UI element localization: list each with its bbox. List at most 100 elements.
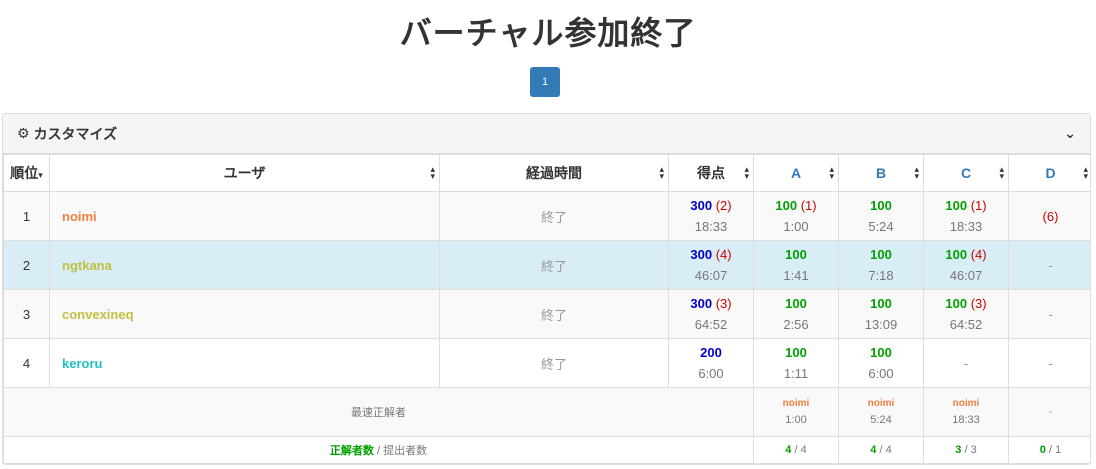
problem-score-cell: - (1008, 240, 1090, 290)
penalty-count: (4) (712, 247, 732, 262)
table-header-row: 順位▾ ユーザ ▴ ▾ 経過時間 ▴ ▾ 得点 ▴ ▾ A ▴ ▾ B ▴ ▾ C ▴ ▾ D ▴ ▾ (3, 154, 1090, 192)
score-line: 100 (3) (924, 296, 1008, 311)
score-line: 100 (754, 296, 838, 311)
rank-cell: 1 (3, 191, 50, 241)
score-value: 100 (870, 345, 892, 360)
elapsed-cell: 終了 (439, 338, 669, 388)
header-score[interactable]: 得点 ▴ ▾ (668, 154, 754, 192)
sort-icon: ▴ ▾ (430, 164, 435, 181)
submit-time: 2:56 (783, 317, 809, 332)
submit-time: 5:24 (868, 219, 894, 234)
problem-score-cell: 100 (1) 1:00 (753, 191, 839, 241)
customize-panel-header[interactable]: ⚙ カスタマイズ ⌄ (3, 114, 1090, 154)
submit-time: 1:00 (783, 219, 809, 234)
empty-dash: - (963, 355, 969, 371)
stats-label: 正解者数 / 提出者数 (3, 436, 754, 464)
elapsed-cell: 終了 (439, 191, 669, 241)
standings-table: 順位▾ ユーザ ▴ ▾ 経過時間 ▴ ▾ 得点 ▴ ▾ A ▴ ▾ B ▴ ▾ C ▴ ▾ D ▴ ▾ 1n… (3, 154, 1090, 464)
header-rank[interactable]: 順位▾ (3, 154, 50, 192)
problem-score-cell: 100 1:41 (753, 240, 839, 290)
header-problem-a[interactable]: A ▴ ▾ (753, 154, 839, 192)
stats-sep: / (791, 444, 801, 456)
submit-time: 18:33 (949, 219, 983, 234)
user-name[interactable]: ngtkana (49, 240, 440, 290)
stats-sep: / (1045, 444, 1056, 456)
score-value: 300 (690, 296, 713, 311)
submit-time: 64:52 (694, 317, 728, 332)
header-problem-d[interactable]: D ▴ ▾ (1008, 154, 1090, 192)
header-problem-b[interactable]: B ▴ ▾ (838, 154, 924, 192)
table-row: 3 convexineq 終了 300 (3) 64:52 100 2:56 100 13:09… (3, 289, 1090, 339)
fastest-cell: noimi 1:00 (753, 387, 839, 437)
table-row: 2 ngtkana 終了 300 (4) 46:07 100 1:41 100 7:18 100 … (3, 240, 1090, 290)
rank-cell: 4 (3, 338, 50, 388)
score-value: 100 (945, 247, 968, 262)
submit-time: 1:11 (783, 366, 809, 381)
submit-time: 46:07 (949, 268, 983, 283)
customize-title[interactable]: ⚙ カスタマイズ (17, 124, 117, 144)
pagination-page-1[interactable]: 1 (530, 67, 560, 97)
penalty-count: (3) (712, 296, 732, 311)
chevron-down-icon[interactable]: ⌄ (1064, 125, 1076, 142)
submitted-count: 1 (1055, 444, 1062, 456)
rank-cell: 3 (3, 289, 50, 339)
user-name[interactable]: noimi (49, 191, 440, 241)
user-name[interactable]: convexineq (49, 289, 440, 339)
submitted-count: 4 (800, 444, 807, 456)
stats-sep: / (961, 444, 971, 456)
score-line: 100 (754, 345, 838, 360)
score-line: 100 (839, 247, 923, 262)
penalty-count: (6) (1042, 208, 1059, 224)
stats-cell: 4 / 4 (838, 436, 924, 464)
sort-icon: ▴ ▾ (1083, 164, 1088, 181)
score-line: 300 (2) (669, 198, 753, 213)
score-line: 200 (669, 345, 753, 360)
score-line: 100 (839, 198, 923, 213)
standings-panel: ⚙ カスタマイズ ⌄ 順位▾ ユーザ ▴ ▾ 経過時間 ▴ ▾ 得点 ▴ ▾ A ▴ ▾ B ▴ ▾… (2, 113, 1091, 465)
elapsed-cell: 終了 (439, 289, 669, 339)
stats-cell: 0 / 1 (1008, 436, 1090, 464)
empty-dash: - (1048, 257, 1053, 273)
problem-score-cell: 100 5:24 (838, 191, 924, 241)
problem-score-cell: - (1008, 289, 1090, 339)
header-problem-c[interactable]: C ▴ ▾ (923, 154, 1009, 192)
score-value: 100 (870, 247, 892, 262)
fastest-user[interactable]: noimi (754, 398, 838, 409)
total-score-cell: 300 (3) 64:52 (668, 289, 754, 339)
fastest-time: 1:00 (785, 414, 807, 426)
gear-icon: ⚙ (17, 125, 30, 141)
score-line: 100 (1) (924, 198, 1008, 213)
fastest-user[interactable]: noimi (924, 398, 1008, 409)
fastest-user[interactable]: noimi (839, 398, 923, 409)
submit-time: 13:09 (864, 317, 898, 332)
header-elapsed[interactable]: 経過時間 ▴ ▾ (439, 154, 669, 192)
user-name[interactable]: keroru (49, 338, 440, 388)
sort-icon: ▴ ▾ (744, 164, 749, 181)
score-value: 200 (700, 345, 722, 360)
penalty-count: (2) (712, 198, 732, 213)
penalty-count: (3) (967, 296, 987, 311)
problem-score-cell: 100 1:11 (753, 338, 839, 388)
rank-cell: 2 (3, 240, 50, 290)
header-user[interactable]: ユーザ ▴ ▾ (49, 154, 440, 192)
score-line: 100 (754, 247, 838, 262)
score-value: 100 (870, 198, 892, 213)
submit-time: 64:52 (949, 317, 983, 332)
sort-icon: ▴ ▾ (999, 164, 1004, 181)
problem-score-cell: - (1008, 338, 1090, 388)
sort-icon: ▴ ▾ (914, 164, 919, 181)
submitted-count: 4 (885, 444, 892, 456)
score-value: 100 (785, 247, 807, 262)
sort-desc-icon: ▾ (38, 170, 43, 180)
stats-cell: 4 / 4 (753, 436, 839, 464)
score-line: 300 (4) (669, 247, 753, 262)
total-score-cell: 300 (2) 18:33 (668, 191, 754, 241)
empty-dash: - (1048, 355, 1053, 371)
fastest-time: 18:33 (952, 414, 980, 426)
score-line: 100 (4) (924, 247, 1008, 262)
score-value: 100 (785, 345, 807, 360)
problem-score-cell: - (923, 338, 1009, 388)
submit-time: 18:33 (694, 219, 728, 234)
penalty-count: (4) (967, 247, 987, 262)
problem-score-cell: 100 (1) 18:33 (923, 191, 1009, 241)
